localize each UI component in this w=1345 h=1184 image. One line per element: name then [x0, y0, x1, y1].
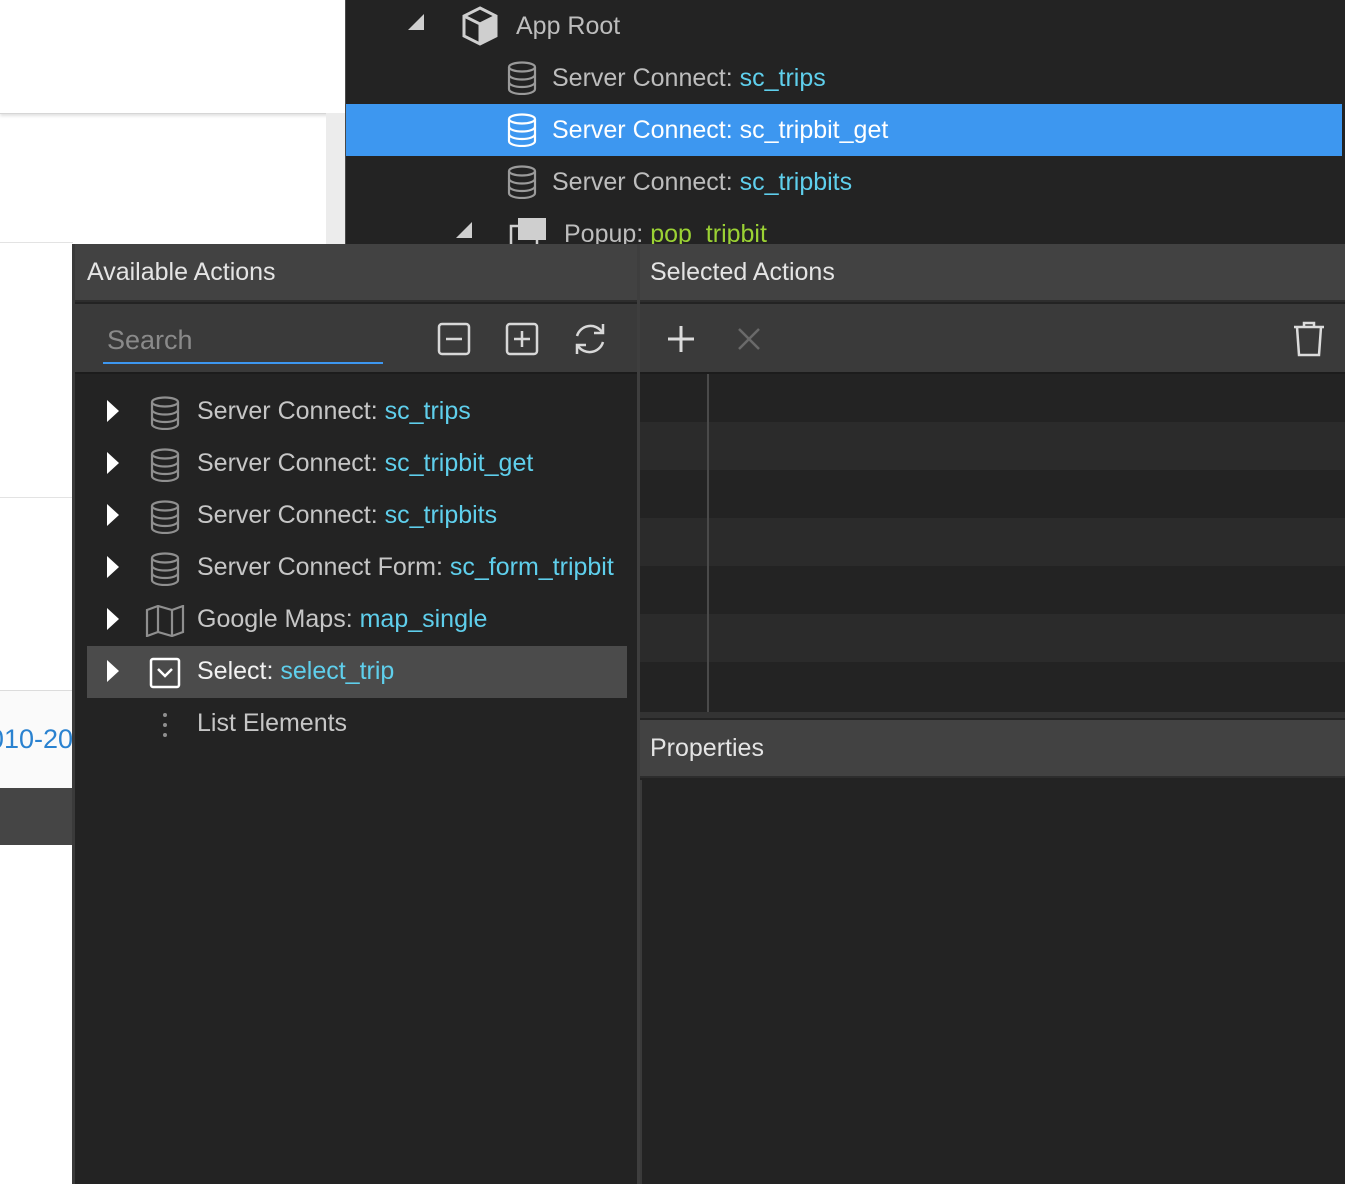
empty-row	[640, 422, 1345, 470]
expand-caret-icon[interactable]	[107, 556, 119, 578]
vertical-dots-icon	[145, 707, 185, 743]
background-page-panel	[0, 0, 345, 114]
selected-actions-header: Selected Actions	[640, 244, 1345, 302]
splitter[interactable]	[640, 712, 1345, 718]
cube-icon	[460, 6, 500, 46]
database-icon	[506, 60, 538, 96]
tree-item-label: Server Connect: sc_tripbit_get	[552, 116, 889, 144]
map-icon	[145, 603, 185, 639]
background-bar	[0, 788, 73, 845]
list-item-label: List Elements	[197, 709, 348, 737]
expand-caret-icon[interactable]	[107, 504, 119, 526]
available-actions-list: Server Connect: sc_trips Server Connect:…	[75, 374, 637, 1184]
background-divider	[0, 497, 73, 498]
selected-actions-toolbar	[640, 304, 1345, 374]
search-input[interactable]	[103, 318, 383, 362]
select-dropdown-icon	[145, 655, 185, 691]
tree-item-label: Server Connect: sc_tripbits	[552, 168, 853, 196]
list-item-label: Server Connect Form: sc_form_tripbit	[197, 553, 614, 581]
tree-guide-line	[707, 374, 709, 714]
selected-actions-pane: Selected Actions Properties	[640, 244, 1345, 1184]
delete-all-button[interactable]	[1290, 320, 1328, 358]
list-item-label: Select: select_trip	[197, 657, 395, 685]
expand-all-button[interactable]	[503, 320, 541, 358]
list-item[interactable]: Server Connect: sc_trips	[87, 386, 627, 438]
expand-caret-icon[interactable]	[107, 608, 119, 630]
background-date-text: 2010-20	[0, 724, 73, 754]
app-structure-tree: App Root Server Connect: sc_trips Server…	[345, 0, 1345, 244]
list-item-label: Server Connect: sc_tripbits	[197, 501, 498, 529]
properties-header: Properties	[640, 720, 1345, 778]
tree-item-server-connect[interactable]: Server Connect: sc_trips	[346, 52, 1342, 104]
tree-item-app-root[interactable]: App Root	[346, 0, 1342, 52]
expand-caret-icon[interactable]	[107, 400, 119, 422]
expand-caret-icon[interactable]	[107, 660, 119, 682]
minus-square-icon	[437, 322, 471, 356]
list-item-label: Server Connect: sc_tripbit_get	[197, 449, 534, 477]
list-item-label: Google Maps: map_single	[197, 605, 488, 633]
database-icon	[145, 447, 185, 483]
plus-icon	[668, 326, 694, 352]
background-scrollbar-strip	[326, 113, 345, 244]
refresh-button[interactable]	[571, 320, 609, 358]
list-item[interactable]: Server Connect Form: sc_form_tripbit	[87, 542, 627, 594]
database-icon	[145, 551, 185, 587]
expanded-triangle-icon[interactable]	[456, 222, 472, 238]
remove-action-button[interactable]	[730, 320, 768, 358]
database-icon	[506, 164, 538, 200]
empty-row	[640, 614, 1345, 662]
available-actions-pane: Available Actions Server Connect: sc_tri…	[75, 244, 640, 1184]
action-picker-dialog: Available Actions Server Connect: sc_tri…	[72, 244, 1345, 1184]
tree-item-label: Server Connect: sc_trips	[552, 64, 826, 92]
available-actions-title: Available Actions	[87, 257, 276, 286]
database-icon	[145, 499, 185, 535]
list-item[interactable]: Google Maps: map_single	[87, 594, 627, 646]
selected-actions-list[interactable]	[640, 374, 1345, 714]
list-item-hovered[interactable]: Select: select_trip	[87, 646, 627, 698]
popup-window-icon	[508, 216, 548, 244]
background-divider	[0, 242, 73, 243]
selected-actions-title: Selected Actions	[650, 257, 835, 286]
trash-icon	[1294, 321, 1324, 357]
tree-item-label: App Root	[516, 12, 621, 40]
available-actions-toolbar	[75, 304, 637, 374]
expand-caret-icon[interactable]	[107, 452, 119, 474]
database-icon	[145, 395, 185, 431]
database-icon	[506, 112, 538, 148]
refresh-icon	[575, 324, 605, 354]
tree-item-server-connect[interactable]: Server Connect: sc_tripbits	[346, 156, 1342, 208]
list-item-label: Server Connect: sc_trips	[197, 397, 471, 425]
search-field	[103, 318, 383, 364]
add-action-button[interactable]	[662, 320, 700, 358]
close-icon	[738, 328, 760, 350]
empty-row	[640, 518, 1345, 566]
properties-title: Properties	[650, 733, 764, 762]
collapse-all-button[interactable]	[435, 320, 473, 358]
list-item[interactable]: List Elements	[87, 698, 627, 750]
plus-square-icon	[505, 322, 539, 356]
list-item[interactable]: Server Connect: sc_tripbit_get	[87, 438, 627, 490]
available-actions-header: Available Actions	[75, 244, 637, 302]
tree-item-popup[interactable]: Popup: pop_tripbit	[346, 208, 1342, 244]
properties-panel	[640, 780, 1345, 1184]
tree-item-label: Popup: pop_tripbit	[564, 220, 767, 244]
tree-item-server-connect-selected[interactable]: Server Connect: sc_tripbit_get	[346, 104, 1342, 156]
list-item[interactable]: Server Connect: sc_tripbits	[87, 490, 627, 542]
expanded-triangle-icon[interactable]	[408, 14, 424, 30]
